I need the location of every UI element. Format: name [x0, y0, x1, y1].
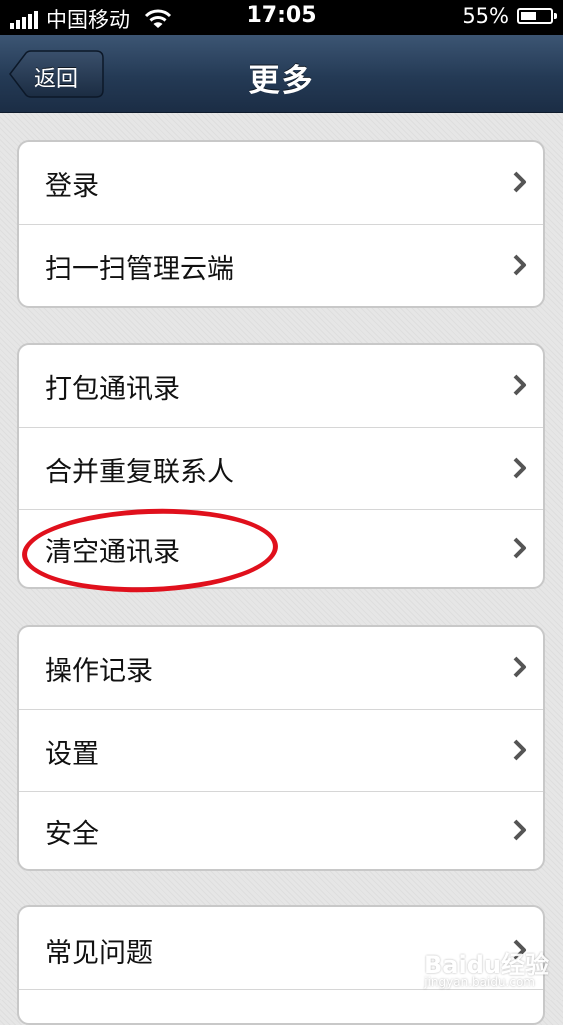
battery-icon [517, 8, 557, 24]
battery-percent: 55% [462, 4, 509, 28]
menu-item-label: 扫一扫管理云端 [45, 254, 234, 285]
menu-item-label: 常见问题 [45, 938, 153, 969]
menu-item-label: 打包通讯录 [45, 374, 180, 405]
chevron-right-icon [513, 374, 526, 396]
menu-item-label: 设置 [45, 739, 99, 770]
menu-item-label: 安全 [45, 819, 99, 850]
baidu-watermark-url: jingyan.baidu.com [424, 975, 535, 989]
menu-item-settings[interactable]: 设置 [19, 709, 543, 791]
menu-item-login[interactable]: 登录 [19, 142, 543, 224]
chevron-right-icon [513, 537, 526, 559]
menu-item-label: 登录 [45, 171, 99, 202]
chevron-right-icon [513, 171, 526, 193]
settings-group-account: 登录 扫一扫管理云端 [17, 140, 545, 308]
settings-group-general: 操作记录 设置 安全 [17, 625, 545, 871]
menu-item-scan-cloud[interactable]: 扫一扫管理云端 [19, 224, 543, 306]
navigation-bar: 返回 更多 [0, 35, 563, 113]
menu-item-backup-contacts[interactable]: 打包通讯录 [19, 345, 543, 427]
menu-item-label: 合并重复联系人 [45, 457, 234, 488]
menu-item-label: 操作记录 [45, 656, 153, 687]
battery-fill [521, 12, 536, 20]
chevron-right-icon [513, 739, 526, 761]
chevron-right-icon [513, 819, 526, 841]
status-right: 55% [462, 4, 557, 28]
menu-item-merge-duplicates[interactable]: 合并重复联系人 [19, 427, 543, 509]
chevron-right-icon [513, 656, 526, 678]
battery-nub [554, 13, 557, 19]
status-bar: 中国移动 17:05 55% [0, 0, 563, 35]
chevron-right-icon [513, 254, 526, 276]
page-title: 更多 [248, 63, 315, 99]
chevron-right-icon [513, 457, 526, 479]
menu-item-operation-log[interactable]: 操作记录 [19, 627, 543, 709]
menu-item-security[interactable]: 安全 [19, 791, 543, 869]
menu-item-next[interactable] [19, 989, 543, 1023]
